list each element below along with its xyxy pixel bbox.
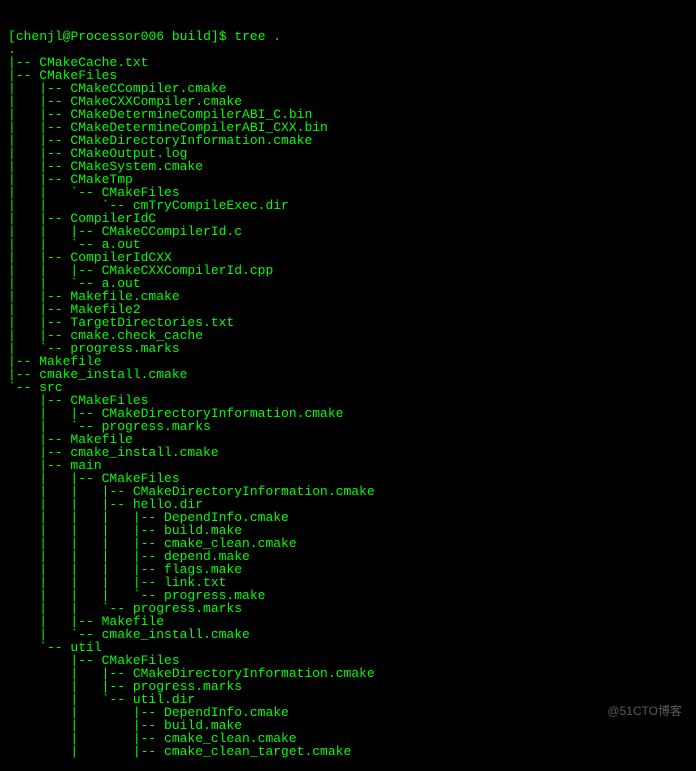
tree-line: | `-- progress.marks <box>8 342 688 355</box>
prompt-user: chenjl <box>16 29 63 44</box>
tree-line: | `-- cmake_install.cmake <box>8 628 688 641</box>
tree-line: |-- cmake_install.cmake <box>8 446 688 459</box>
prompt-host: Processor006 <box>70 29 164 44</box>
command-text[interactable]: tree . <box>234 29 281 44</box>
tree-line: |-- cmake_install.cmake <box>8 368 688 381</box>
tree-output: .|-- CMakeCache.txt|-- CMakeFiles| |-- C… <box>8 43 688 758</box>
tree-line: | |-- cmake_clean.cmake <box>8 732 688 745</box>
prompt-close: ]$ <box>211 29 234 44</box>
prompt-path: build <box>172 29 211 44</box>
tree-line: | |-- cmake_clean_target.cmake <box>8 745 688 758</box>
watermark: @51CTO博客 <box>607 705 682 717</box>
prompt-line: [chenjl@Processor006 build]$ tree . <box>8 30 688 43</box>
terminal-output: [chenjl@Processor006 build]$ tree ..|-- … <box>8 4 688 771</box>
